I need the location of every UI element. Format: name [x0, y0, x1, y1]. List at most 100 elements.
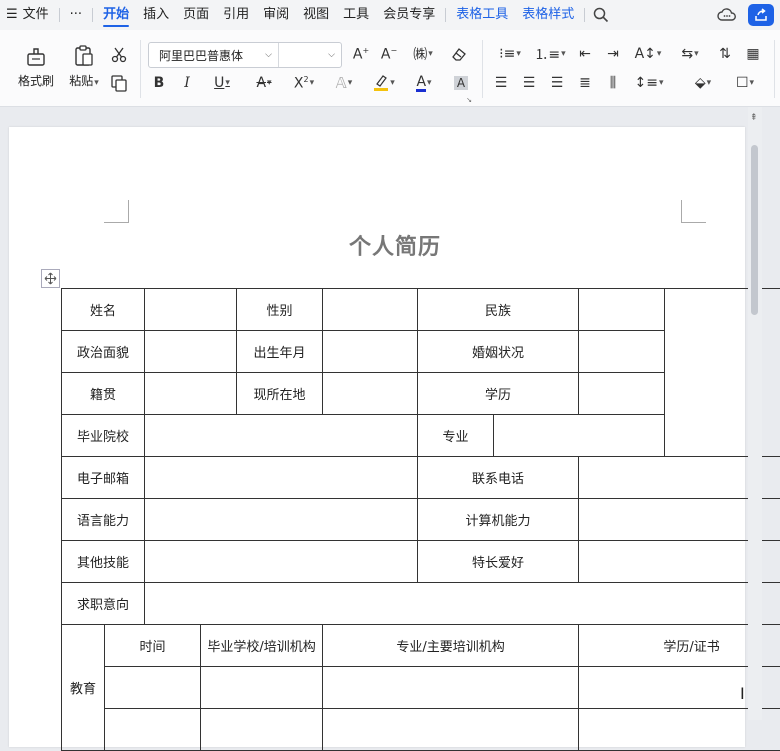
value-edu-major[interactable]: [323, 709, 579, 751]
font-size-dropdown[interactable]: ⌵: [279, 43, 341, 67]
align-center-button[interactable]: ☰: [518, 72, 540, 94]
tab-view[interactable]: 视图: [296, 0, 336, 30]
cut-button[interactable]: [108, 44, 130, 66]
copy-icon: [110, 74, 128, 92]
table-row: 教育 时间 毕业学校/培训机构 专业/主要培训机构 学历/证书: [62, 625, 780, 667]
bullet-list-button[interactable]: ⁝≡▾: [494, 43, 526, 65]
font-name-dropdown[interactable]: 阿里巴巴普惠体 ⌵: [149, 43, 279, 67]
paragraph-direction-button[interactable]: ⇆▾: [674, 43, 706, 65]
phonetic-button[interactable]: ㈱▾: [408, 43, 438, 65]
grow-font-button[interactable]: A+: [350, 43, 372, 65]
table-move-handle[interactable]: [41, 269, 60, 288]
cloud-sync-button[interactable]: [714, 2, 740, 28]
font-color-button[interactable]: A ▾: [408, 72, 440, 94]
value-edu-time[interactable]: [105, 667, 201, 709]
table-row: 电子邮箱 联系电话: [62, 457, 780, 499]
value-job-intention[interactable]: [145, 583, 780, 625]
tab-page[interactable]: 页面: [176, 0, 216, 30]
menu-icon: ☰: [6, 7, 18, 22]
file-menu[interactable]: ☰文件: [0, 0, 56, 30]
search-button[interactable]: [588, 2, 614, 28]
label-birth: 出生年月: [237, 331, 323, 373]
more-menu[interactable]: ···: [63, 0, 89, 30]
clear-format-button[interactable]: [448, 43, 470, 65]
font-color-icon: A: [416, 75, 426, 92]
chevron-down-icon: ▾: [348, 78, 353, 88]
value-edu-time[interactable]: [105, 709, 201, 751]
align-right-icon: ☰: [551, 75, 564, 91]
paste-button[interactable]: 粘贴▾: [62, 36, 106, 96]
bullet-list-icon: ⁝≡: [499, 46, 515, 62]
share-button[interactable]: [748, 4, 774, 26]
font-dialog-launcher[interactable]: ↘: [465, 96, 473, 104]
align-left-button[interactable]: ☰: [490, 72, 512, 94]
underline-button[interactable]: U▾: [206, 72, 238, 94]
table-row: 求职意向: [62, 583, 780, 625]
value-ethnicity[interactable]: [579, 289, 665, 331]
value-political[interactable]: [145, 331, 237, 373]
value-major[interactable]: [494, 415, 665, 457]
photo-cell[interactable]: [665, 289, 780, 457]
scrollbar-thumb[interactable]: [751, 145, 758, 315]
tab-member[interactable]: 会员专享: [376, 0, 442, 30]
value-name[interactable]: [145, 289, 237, 331]
char-shading-button[interactable]: A: [450, 72, 472, 94]
decrease-indent-button[interactable]: ⇤: [574, 43, 596, 65]
copy-button[interactable]: [108, 72, 130, 94]
text-effect-button[interactable]: 𝔸▾: [328, 72, 360, 94]
line-spacing-button[interactable]: ↕≡▾: [632, 72, 666, 94]
numbered-list-button[interactable]: ⒈≡▾: [534, 43, 566, 65]
superscript-button[interactable]: X2▾: [288, 72, 320, 94]
value-native-place[interactable]: [145, 373, 237, 415]
vertical-scrollbar[interactable]: ⇞: [748, 107, 762, 720]
value-other-skills[interactable]: [145, 541, 418, 583]
tab-tools[interactable]: 工具: [336, 0, 376, 30]
value-residence[interactable]: [323, 373, 418, 415]
chevron-down-icon: ▾: [267, 78, 272, 88]
italic-button[interactable]: I: [176, 72, 198, 94]
value-edu-major[interactable]: [323, 667, 579, 709]
chevron-down-icon: ▾: [657, 49, 662, 59]
value-birth[interactable]: [323, 331, 418, 373]
shading-button[interactable]: ⬙▾: [686, 72, 720, 94]
scroll-up-icon[interactable]: ⇞: [750, 113, 758, 123]
text-direction-button[interactable]: A↕▾: [632, 43, 664, 65]
tab-review[interactable]: 审阅: [256, 0, 296, 30]
header-edu-time: 时间: [105, 625, 201, 667]
value-email[interactable]: [145, 457, 418, 499]
underline-icon: U: [214, 75, 224, 91]
value-edu-school[interactable]: [201, 709, 323, 751]
value-marital[interactable]: [579, 331, 665, 373]
highlight-button[interactable]: ▾: [368, 72, 400, 94]
shrink-font-button[interactable]: A−: [378, 43, 400, 65]
font-name-value: 阿里巴巴普惠体: [159, 47, 243, 64]
chevron-down-icon: ▾: [428, 49, 433, 59]
justify-button[interactable]: ≣: [574, 72, 596, 94]
clipboard-icon: [72, 44, 96, 68]
bold-icon: B: [154, 75, 165, 91]
bold-button[interactable]: B: [148, 72, 170, 94]
swap-arrows-icon: ⇆: [681, 46, 693, 62]
tab-insert[interactable]: 插入: [136, 0, 176, 30]
tab-table-tools[interactable]: 表格工具: [449, 0, 515, 30]
value-edu-school[interactable]: [201, 667, 323, 709]
tab-home[interactable]: 开始: [96, 0, 136, 30]
strikethrough-button[interactable]: A▾: [248, 72, 280, 94]
align-right-button[interactable]: ☰: [546, 72, 568, 94]
chevron-down-icon: ▾: [225, 78, 230, 88]
label-job-intention: 求职意向: [62, 583, 145, 625]
paste-label: 粘贴: [69, 74, 93, 88]
sort-button[interactable]: ⇅: [714, 43, 736, 65]
distributed-button[interactable]: ⫼: [602, 72, 624, 94]
borders-button[interactable]: ☐▾: [728, 72, 762, 94]
menu-separator: [92, 8, 93, 22]
value-education-level[interactable]: [579, 373, 665, 415]
tab-table-style[interactable]: 表格样式: [515, 0, 581, 30]
tab-references[interactable]: 引用: [216, 0, 256, 30]
value-gender[interactable]: [323, 289, 418, 331]
value-school[interactable]: [145, 415, 418, 457]
format-painter-button[interactable]: 格式刷: [14, 36, 58, 96]
show-marks-button[interactable]: ▦: [742, 43, 764, 65]
value-language[interactable]: [145, 499, 418, 541]
increase-indent-button[interactable]: ⇥: [602, 43, 624, 65]
